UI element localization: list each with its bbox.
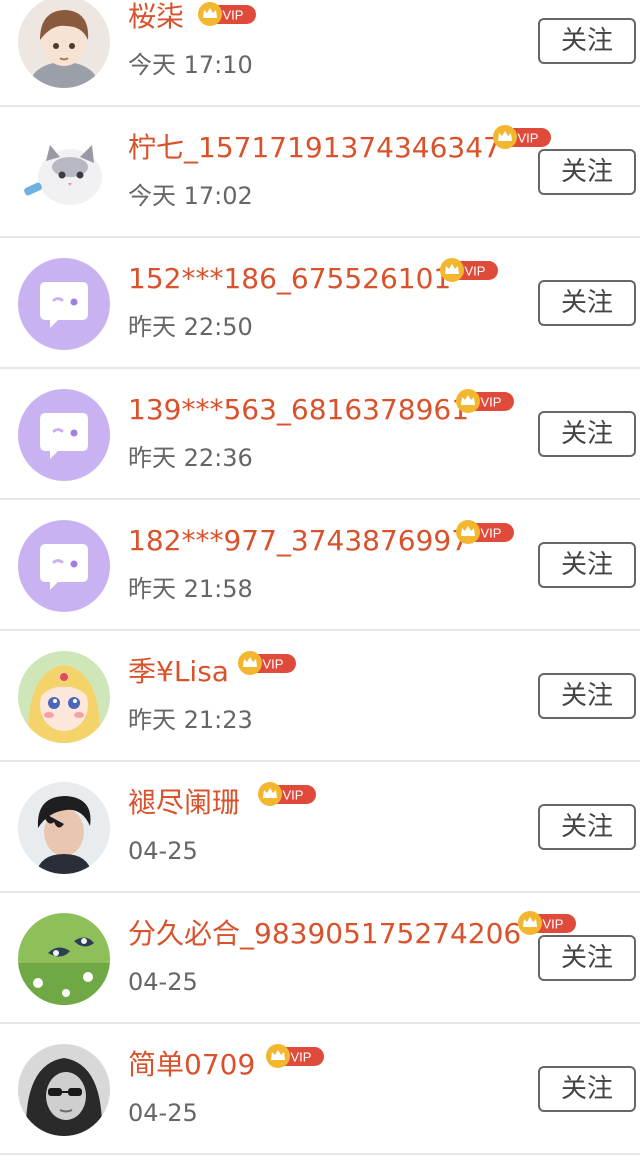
user-name[interactable]: 简单0709: [128, 1048, 255, 1082]
avatar[interactable]: [18, 520, 110, 612]
cat-avatar-icon: [18, 127, 110, 219]
user-name[interactable]: 182***977_3743876997: [128, 524, 469, 558]
timestamp: 今天 17:10: [128, 51, 253, 79]
avatar[interactable]: [18, 389, 110, 481]
list-item[interactable]: 简单0709 VIP 04-25 关注: [0, 1024, 640, 1155]
timestamp: 04-25: [128, 1099, 198, 1127]
default-chat-avatar-icon: [18, 520, 110, 612]
user-name[interactable]: 褪尽阑珊: [128, 786, 240, 820]
avatar[interactable]: [18, 651, 110, 743]
follow-button[interactable]: 关注: [538, 149, 636, 195]
avatar[interactable]: [18, 127, 110, 219]
timestamp: 昨天 21:23: [128, 706, 253, 734]
user-list: 桜柒 VIP 今天 17:10 关注 柠七_15717191374346347 …: [0, 0, 640, 1155]
follow-button[interactable]: 关注: [538, 673, 636, 719]
user-name[interactable]: 季¥Lisa: [128, 655, 229, 689]
svg-text:VIP: VIP: [465, 264, 486, 279]
avatar[interactable]: [18, 1044, 110, 1136]
follow-button[interactable]: 关注: [538, 804, 636, 850]
user-name[interactable]: 139***563_6816378961: [128, 393, 469, 427]
list-item[interactable]: 182***977_3743876997 VIP 昨天 21:58 关注: [0, 500, 640, 631]
follow-button[interactable]: 关注: [538, 542, 636, 588]
vip-badge-icon: VIP: [266, 1044, 324, 1068]
avatar[interactable]: [18, 0, 110, 88]
svg-text:VIP: VIP: [543, 917, 564, 932]
user-name[interactable]: 152***186_675526101: [128, 262, 451, 296]
svg-text:VIP: VIP: [481, 526, 502, 541]
default-chat-avatar-icon: [18, 389, 110, 481]
timestamp: 昨天 22:36: [128, 444, 253, 472]
list-item[interactable]: 褪尽阑珊 VIP 04-25 关注: [0, 762, 640, 893]
photo-woman-avatar-icon: [18, 1044, 110, 1136]
svg-text:VIP: VIP: [283, 788, 304, 803]
follow-button[interactable]: 关注: [538, 280, 636, 326]
list-item[interactable]: 139***563_6816378961 VIP 昨天 22:36 关注: [0, 369, 640, 500]
svg-text:VIP: VIP: [481, 395, 502, 410]
svg-text:VIP: VIP: [263, 657, 284, 672]
timestamp: 04-25: [128, 837, 198, 865]
user-name[interactable]: 柠七_15717191374346347: [128, 131, 501, 165]
list-item[interactable]: 柠七_15717191374346347 VIP 今天 17:02 关注: [0, 107, 640, 238]
list-item[interactable]: 季¥Lisa VIP 昨天 21:23 关注: [0, 631, 640, 762]
avatar[interactable]: [18, 782, 110, 874]
vip-badge-icon: VIP: [518, 911, 576, 935]
vip-badge-icon: VIP: [493, 125, 551, 149]
follow-button[interactable]: 关注: [538, 18, 636, 64]
list-item[interactable]: 桜柒 VIP 今天 17:10 关注: [0, 0, 640, 107]
avatar[interactable]: [18, 913, 110, 1005]
photo-man-avatar-icon: [18, 782, 110, 874]
user-name[interactable]: 分久必合_983905175274206: [128, 917, 521, 951]
svg-text:VIP: VIP: [291, 1050, 312, 1065]
cartoon-boy-avatar-icon: [18, 0, 110, 88]
svg-text:VIP: VIP: [518, 131, 539, 146]
svg-text:VIP: VIP: [223, 8, 244, 23]
follow-button[interactable]: 关注: [538, 411, 636, 457]
vip-badge-icon: VIP: [456, 520, 514, 544]
birds-avatar-icon: [18, 913, 110, 1005]
follow-button[interactable]: 关注: [538, 935, 636, 981]
user-name[interactable]: 桜柒: [128, 0, 184, 34]
list-item[interactable]: 分久必合_983905175274206 VIP 04-25 关注: [0, 893, 640, 1024]
timestamp: 04-25: [128, 968, 198, 996]
vip-badge-icon: VIP: [238, 651, 296, 675]
list-item[interactable]: 152***186_675526101 VIP 昨天 22:50 关注: [0, 238, 640, 369]
timestamp: 昨天 22:50: [128, 313, 253, 341]
avatar[interactable]: [18, 258, 110, 350]
vip-badge-icon: VIP: [440, 258, 498, 282]
follow-button[interactable]: 关注: [538, 1066, 636, 1112]
default-chat-avatar-icon: [18, 258, 110, 350]
vip-badge-icon: VIP: [258, 782, 316, 806]
vip-badge-icon: VIP: [198, 2, 256, 26]
anime-girl-avatar-icon: [18, 651, 110, 743]
timestamp: 昨天 21:58: [128, 575, 253, 603]
vip-badge-icon: VIP: [456, 389, 514, 413]
timestamp: 今天 17:02: [128, 182, 253, 210]
